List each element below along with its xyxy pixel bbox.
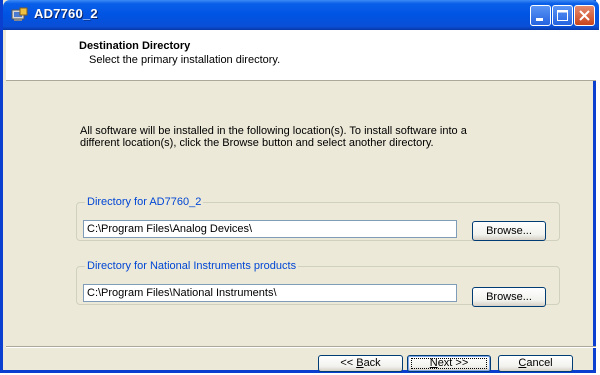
- window-title: AD7760_2: [34, 6, 98, 21]
- group-legend: Directory for AD7760_2: [87, 196, 202, 208]
- close-button[interactable]: [574, 5, 595, 26]
- maximize-button[interactable]: [552, 5, 573, 26]
- close-icon: [579, 10, 590, 21]
- maximize-icon: [557, 10, 568, 21]
- wizard-header: Destination Directory Select the primary…: [6, 30, 596, 81]
- cancel-rest: ancel: [526, 357, 553, 369]
- back-accel: B: [356, 357, 364, 369]
- header-subtitle: Select the primary installation director…: [89, 54, 281, 66]
- group-ad7760-directory: Directory for AD7760_2 Browse...: [76, 196, 560, 241]
- ni-browse-button[interactable]: Browse...: [472, 287, 546, 307]
- focus-indicator: [411, 358, 487, 369]
- back-rest: ack: [363, 357, 381, 369]
- group-ni-directory: Directory for National Instruments produ…: [76, 260, 560, 307]
- ni-path-input[interactable]: [83, 284, 457, 302]
- next-button[interactable]: Next >>: [407, 355, 491, 372]
- ad7760-path-input[interactable]: [83, 220, 457, 238]
- cancel-button[interactable]: Cancel: [498, 355, 573, 372]
- install-description: All software will be installed in the fo…: [80, 125, 467, 149]
- installer-window: AD7760_2 Destination Directory Select th…: [0, 0, 599, 373]
- minimize-icon: [536, 18, 543, 21]
- minimize-button[interactable]: [530, 5, 551, 26]
- back-button[interactable]: << Back: [318, 355, 403, 372]
- installer-app-icon: [11, 7, 28, 23]
- title-bar[interactable]: AD7760_2: [3, 0, 599, 30]
- ad7760-browse-button[interactable]: Browse...: [472, 221, 546, 241]
- bottom-separator: [6, 346, 596, 348]
- back-prefix: <<: [340, 357, 357, 369]
- header-title: Destination Directory: [79, 40, 191, 52]
- group-legend: Directory for National Instruments produ…: [87, 260, 297, 272]
